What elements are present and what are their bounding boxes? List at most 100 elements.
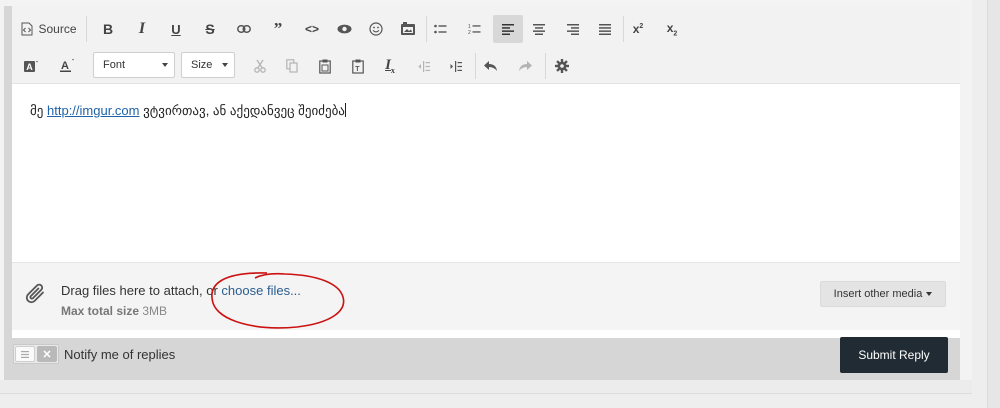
bulleted-list-button[interactable] bbox=[426, 15, 454, 43]
preview-button[interactable] bbox=[330, 15, 358, 43]
media-icon bbox=[401, 22, 415, 35]
right-rail bbox=[987, 0, 1000, 408]
editor-body: Source B I U S ” <> 1 2 x2 x2 A A Font S… bbox=[12, 6, 960, 338]
paste-icon bbox=[319, 59, 331, 74]
text-color-icon: A bbox=[60, 59, 74, 72]
reply-footer: ✕ Notify me of replies Submit Reply bbox=[4, 332, 960, 380]
align-left-button[interactable] bbox=[493, 15, 523, 43]
chevron-down-icon bbox=[162, 63, 168, 67]
text-color-button[interactable]: A bbox=[52, 52, 82, 80]
gear-icon bbox=[555, 59, 569, 73]
remove-format-icon: Ix bbox=[385, 57, 395, 75]
align-left-icon bbox=[502, 23, 514, 35]
code-icon: <> bbox=[304, 22, 319, 36]
italic-icon: I bbox=[138, 20, 146, 37]
blockquote-icon: ” bbox=[273, 19, 283, 38]
svg-text:T: T bbox=[355, 66, 360, 73]
cut-button[interactable] bbox=[246, 52, 274, 80]
align-center-button[interactable] bbox=[525, 15, 553, 43]
submit-reply-button[interactable]: Submit Reply bbox=[840, 337, 948, 373]
reply-editor: Source B I U S ” <> 1 2 x2 x2 A A Font S… bbox=[4, 6, 960, 380]
max-size-label: Max total size bbox=[61, 304, 140, 318]
paste-button[interactable] bbox=[311, 52, 339, 80]
notify-toggle[interactable]: ✕ bbox=[13, 344, 59, 364]
emoji-icon bbox=[369, 22, 383, 36]
outdent-icon bbox=[418, 60, 430, 72]
code-button[interactable]: <> bbox=[298, 15, 326, 43]
superscript-icon: x2 bbox=[632, 22, 644, 36]
toggle-knob bbox=[15, 346, 35, 362]
toolbar-separator bbox=[86, 16, 87, 42]
paperclip-icon bbox=[25, 283, 44, 304]
bold-button[interactable]: B bbox=[94, 15, 122, 43]
insert-other-media-button[interactable]: Insert other media bbox=[820, 281, 946, 307]
editor-toolbar: Source B I U S ” <> 1 2 x2 x2 A A Font S… bbox=[12, 6, 960, 84]
media-button[interactable] bbox=[394, 15, 422, 43]
numbered-list-button[interactable]: 12 bbox=[460, 15, 488, 43]
indent-icon bbox=[450, 60, 462, 72]
subscript-button[interactable]: x2 bbox=[658, 15, 686, 43]
paste-text-button[interactable]: T bbox=[344, 52, 372, 80]
indent-button[interactable] bbox=[442, 52, 470, 80]
max-size-info: Max total size 3MB bbox=[61, 304, 167, 318]
imgur-link[interactable]: http://imgur.com bbox=[47, 103, 139, 118]
text-cursor bbox=[344, 103, 346, 117]
emoji-button[interactable] bbox=[362, 15, 390, 43]
underline-button[interactable]: U bbox=[162, 15, 190, 43]
strikethrough-icon: S bbox=[205, 21, 215, 37]
bulleted-list-icon bbox=[433, 24, 446, 34]
menu-lines-icon bbox=[21, 350, 29, 358]
font-select[interactable]: Font bbox=[93, 52, 175, 78]
panel-bottom-edge bbox=[0, 380, 972, 394]
svg-text:2: 2 bbox=[468, 30, 471, 35]
redo-button[interactable] bbox=[510, 52, 540, 80]
numbered-list-icon: 12 bbox=[468, 24, 480, 35]
chevron-down-icon bbox=[222, 63, 228, 67]
content-prefix: მე bbox=[30, 103, 48, 118]
paste-text-icon: T bbox=[352, 59, 364, 74]
justify-button[interactable] bbox=[591, 15, 619, 43]
size-select[interactable]: Size bbox=[181, 52, 235, 78]
outdent-button[interactable] bbox=[410, 52, 438, 80]
red-annotation-circle bbox=[211, 272, 345, 329]
preview-icon bbox=[337, 24, 351, 34]
superscript-button[interactable]: x2 bbox=[624, 15, 652, 43]
undo-icon bbox=[484, 60, 497, 71]
settings-button[interactable] bbox=[547, 52, 577, 80]
text-background-color-icon: A bbox=[24, 61, 38, 72]
size-select-label: Size bbox=[191, 59, 213, 71]
subscript-icon: x2 bbox=[666, 20, 678, 38]
svg-text:A: A bbox=[26, 62, 33, 72]
notify-label: Notify me of replies bbox=[64, 347, 176, 362]
svg-text:A: A bbox=[61, 60, 69, 72]
blockquote-button[interactable]: ” bbox=[264, 15, 292, 43]
bold-icon: B bbox=[102, 21, 114, 37]
copy-button[interactable] bbox=[278, 52, 306, 80]
italic-button[interactable]: I bbox=[128, 15, 156, 43]
cut-icon bbox=[254, 59, 266, 73]
source-button[interactable]: Source bbox=[18, 15, 80, 43]
max-size-value: 3MB bbox=[142, 304, 168, 318]
undo-button[interactable] bbox=[476, 52, 506, 80]
copy-icon bbox=[286, 59, 298, 73]
toolbar-separator bbox=[545, 53, 546, 79]
align-right-button[interactable] bbox=[559, 15, 587, 43]
link-button[interactable] bbox=[230, 15, 258, 43]
source-icon bbox=[21, 22, 33, 36]
source-label: Source bbox=[38, 22, 77, 36]
text-background-color-button[interactable]: A bbox=[16, 52, 46, 80]
link-icon bbox=[237, 25, 251, 33]
underline-icon: U bbox=[171, 21, 181, 37]
redo-icon bbox=[519, 60, 532, 71]
strikethrough-button[interactable]: S bbox=[196, 15, 224, 43]
chevron-down-icon bbox=[926, 292, 933, 296]
editor-content[interactable]: მე http://imgur.com ვტვირთავ, ან აქედანვ… bbox=[12, 84, 960, 262]
attachment-area[interactable]: Drag files here to attach, or choose fil… bbox=[12, 262, 960, 330]
drag-text: Drag files here to attach, or bbox=[61, 283, 222, 298]
justify-icon bbox=[599, 23, 611, 35]
align-right-icon bbox=[567, 23, 579, 35]
close-icon: ✕ bbox=[37, 346, 57, 362]
align-center-icon bbox=[533, 23, 545, 35]
font-select-label: Font bbox=[103, 59, 126, 71]
remove-format-button[interactable]: Ix bbox=[376, 52, 404, 80]
